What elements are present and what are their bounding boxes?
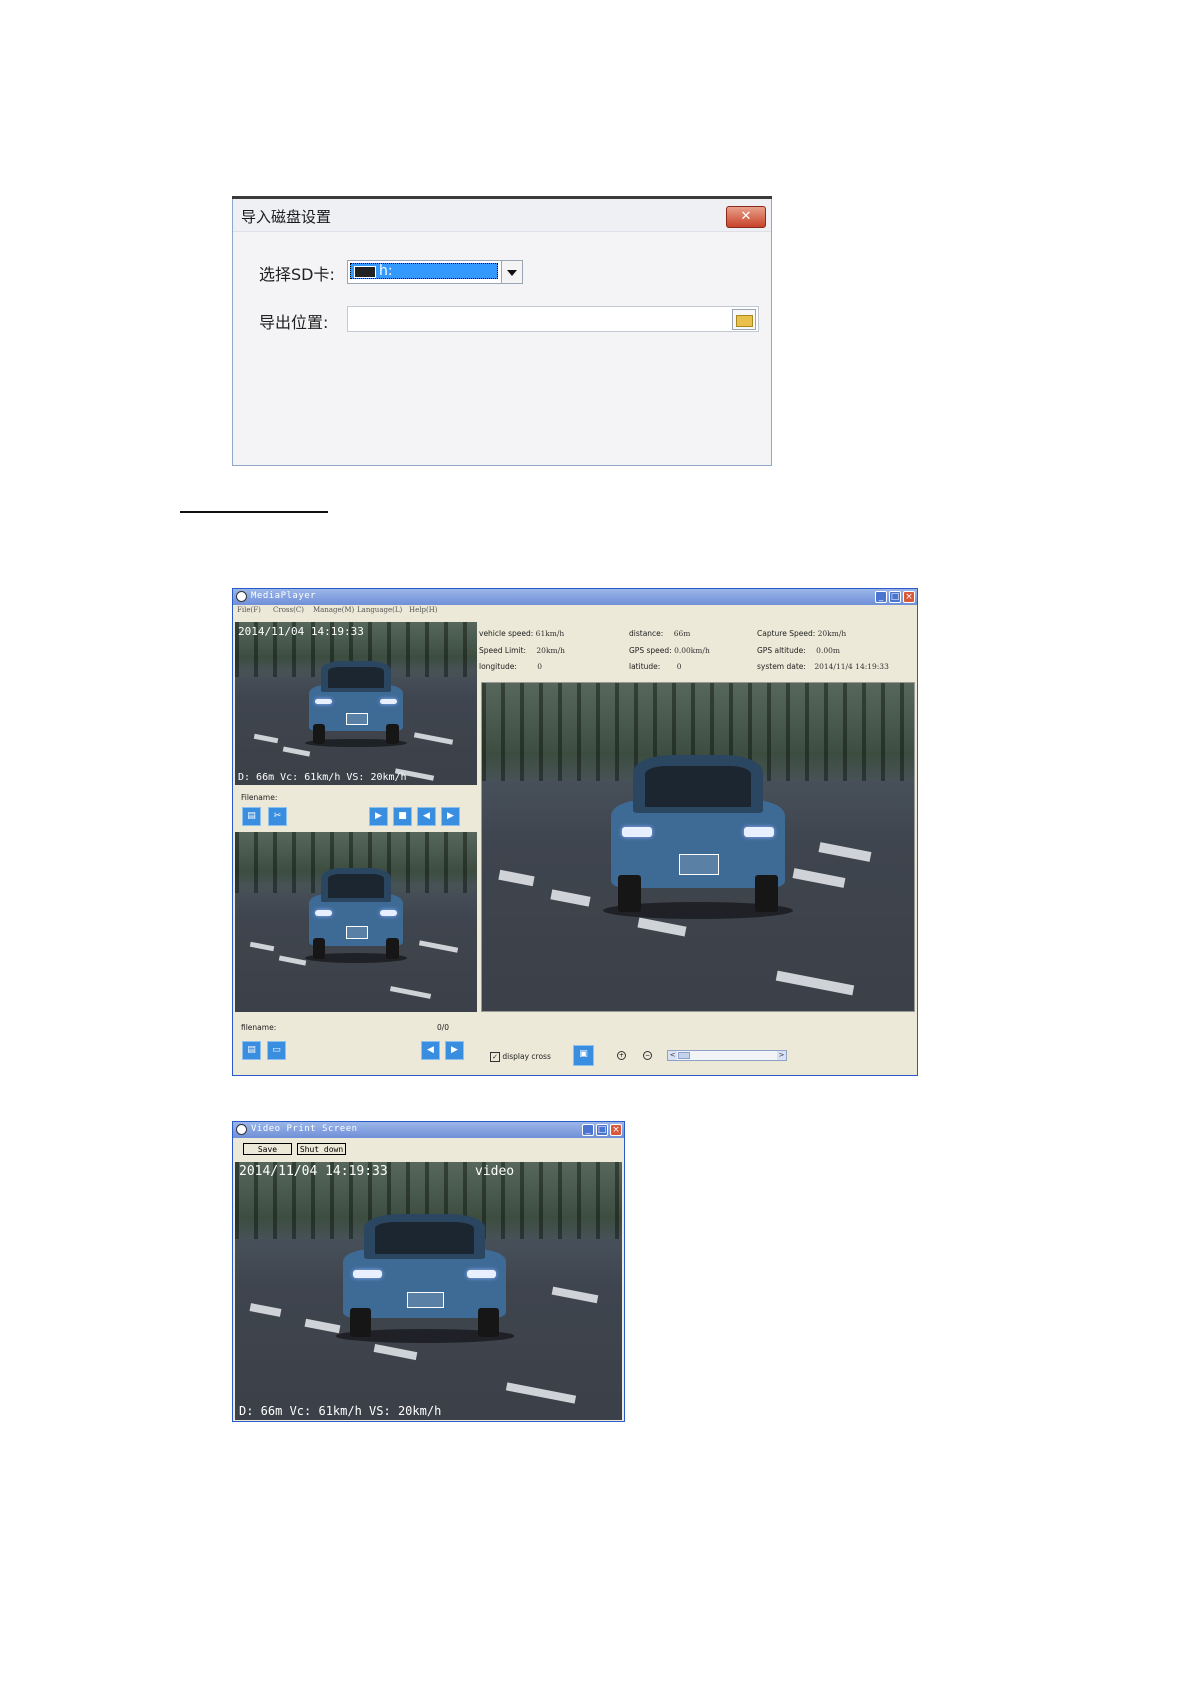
menu-language[interactable]: Language(L) (357, 606, 402, 614)
longitude-label: longitude: (479, 662, 517, 671)
capture-speed-label: Capture Speed: (757, 629, 816, 638)
gps-altitude-value: 0.00m (816, 646, 840, 655)
app-icon (236, 591, 247, 602)
system-date-label: system date: (757, 662, 806, 671)
folder-icon[interactable] (732, 309, 756, 330)
video-preview-bottom[interactable] (235, 832, 477, 1012)
timestamp-overlay: 2014/11/04 14:19:33 (239, 1164, 388, 1179)
save-list-icon[interactable]: ▤ (242, 1041, 261, 1060)
car-image (602, 749, 794, 920)
vehicle-speed-row: vehicle speed: 61km/h (479, 629, 564, 638)
display-cross-label: display cross (502, 1052, 551, 1061)
media-player-title: MediaPlayer (251, 591, 317, 601)
speed-limit-value: 20km/h (536, 646, 565, 655)
floppy-save-icon[interactable]: ▣ (573, 1045, 594, 1066)
close-button[interactable]: × (610, 1124, 622, 1136)
gps-altitude-label: GPS altitude: (757, 646, 806, 655)
menu-help[interactable]: Help(H) (409, 606, 438, 614)
latitude-value: 0 (676, 662, 682, 671)
media-player-window: MediaPlayer _ □ × File(F) Cross(C) Manag… (232, 588, 918, 1076)
import-icon[interactable]: ▤ (242, 807, 261, 826)
car-image (305, 658, 407, 748)
video-preview-top[interactable]: 2014/11/04 14:19:33 D: 66m Vc: 61km/h VS… (235, 622, 477, 785)
minimize-button[interactable]: _ (582, 1124, 594, 1136)
speed-limit-row: Speed Limit: 20km/h (479, 646, 565, 655)
sd-card-selected: h: (350, 263, 498, 279)
vehicle-speed-value: 61km/h (535, 629, 565, 638)
video-print-titlebar: Video Print Screen _ □ × (233, 1122, 624, 1138)
chevron-down-icon[interactable] (501, 261, 522, 283)
sd-card-select[interactable]: h: (347, 260, 523, 284)
mode-overlay: video (475, 1164, 515, 1179)
vehicle-speed-label: vehicle speed: (479, 629, 534, 638)
display-cross-checkbox[interactable]: ✓ display cross (490, 1052, 551, 1062)
scroll-right-icon[interactable]: > (777, 1051, 786, 1060)
export-location-input[interactable] (347, 306, 759, 332)
distance-label: distance: (629, 629, 664, 638)
prev-frame-button[interactable]: ◀ (417, 807, 436, 826)
shutdown-button[interactable]: Shut down (297, 1143, 346, 1155)
captured-frame: 2014/11/04 14:19:33 video D: 66m Vc: 61k… (235, 1162, 622, 1420)
minimize-button[interactable]: _ (875, 591, 887, 603)
import-disk-dialog: 导入磁盘设置 ✕ 选择SD卡: h: 导出位置: (232, 196, 772, 466)
sd-card-value: h: (379, 263, 393, 279)
latitude-row: latitude: 0 (629, 662, 681, 671)
gps-speed-value: 0.00km/h (674, 646, 710, 655)
export-location-label: 导出位置: (259, 313, 329, 332)
speed-overlay: D: 66m Vc: 61km/h VS: 20km/h (239, 1404, 442, 1418)
main-video-view[interactable] (481, 682, 915, 1012)
dialog-titlebar: 导入磁盘设置 ✕ (233, 199, 771, 232)
sd-card-label: 选择SD卡: (259, 265, 335, 284)
gps-altitude-row: GPS altitude: 0.00m (757, 646, 840, 655)
menu-bar: File(F) Cross(C) Manage(M) Language(L) H… (233, 605, 917, 616)
menu-cross[interactable]: Cross(C) (273, 606, 304, 614)
car-image (305, 864, 407, 964)
video-print-title: Video Print Screen (251, 1124, 358, 1134)
timestamp-overlay: 2014/11/04 14:19:33 (238, 625, 364, 638)
section-underline (180, 511, 328, 513)
folder-icon[interactable]: ▭ (267, 1041, 286, 1060)
longitude-row: longitude: 0 (479, 662, 542, 671)
zoom-out-icon[interactable]: − (643, 1051, 652, 1060)
distance-value: 66m (673, 629, 691, 638)
speed-limit-label: Speed Limit: (479, 646, 527, 655)
menu-file[interactable]: File(F) (237, 606, 261, 614)
stop-button[interactable]: ■ (393, 807, 412, 826)
longitude-value: 0 (537, 662, 543, 671)
close-button[interactable]: × (903, 591, 915, 603)
gps-speed-label: GPS speed: (629, 646, 672, 655)
zoom-in-icon[interactable]: + (617, 1051, 626, 1060)
zoom-scrollbar[interactable]: < > (667, 1050, 787, 1061)
capture-speed-row: Capture Speed: 20km/h (757, 629, 846, 638)
speed-overlay: D: 66m Vc: 61km/h VS: 20km/h (238, 772, 407, 783)
capture-speed-value: 20km/h (817, 629, 847, 638)
media-player-titlebar: MediaPlayer _ □ × (233, 589, 917, 605)
car-image (335, 1208, 514, 1343)
drive-icon (354, 266, 376, 278)
prev-file-button[interactable]: ◀ (421, 1041, 440, 1060)
maximize-button[interactable]: □ (889, 591, 901, 603)
video-print-screen-window: Video Print Screen _ □ × Save Shut down … (232, 1121, 625, 1422)
app-icon (236, 1124, 247, 1135)
checkbox-icon[interactable]: ✓ (490, 1052, 500, 1062)
system-date-value: 2014/11/4 14:19:33 (814, 662, 889, 671)
next-file-button[interactable]: ▶ (445, 1041, 464, 1060)
latitude-label: latitude: (629, 662, 661, 671)
file-counter: 0/0 (437, 1023, 450, 1032)
play-button[interactable]: ▶ (369, 807, 388, 826)
gps-speed-row: GPS speed: 0.00km/h (629, 646, 710, 655)
filename-label: filename: (241, 1023, 277, 1032)
maximize-button[interactable]: □ (596, 1124, 608, 1136)
dialog-title: 导入磁盘设置 (241, 208, 332, 226)
scroll-left-icon[interactable]: < (668, 1051, 677, 1060)
system-date-row: system date: 2014/11/4 14:19:33 (757, 662, 889, 671)
distance-row: distance: 66m (629, 629, 690, 638)
next-frame-button[interactable]: ▶ (441, 807, 460, 826)
save-button[interactable]: Save (243, 1143, 292, 1155)
close-button[interactable]: ✕ (726, 206, 766, 228)
menu-manage[interactable]: Manage(M) (313, 606, 354, 614)
filename-label: Filename: (241, 793, 278, 802)
scroll-thumb[interactable] (678, 1052, 690, 1059)
scissors-icon[interactable]: ✂ (268, 807, 287, 826)
